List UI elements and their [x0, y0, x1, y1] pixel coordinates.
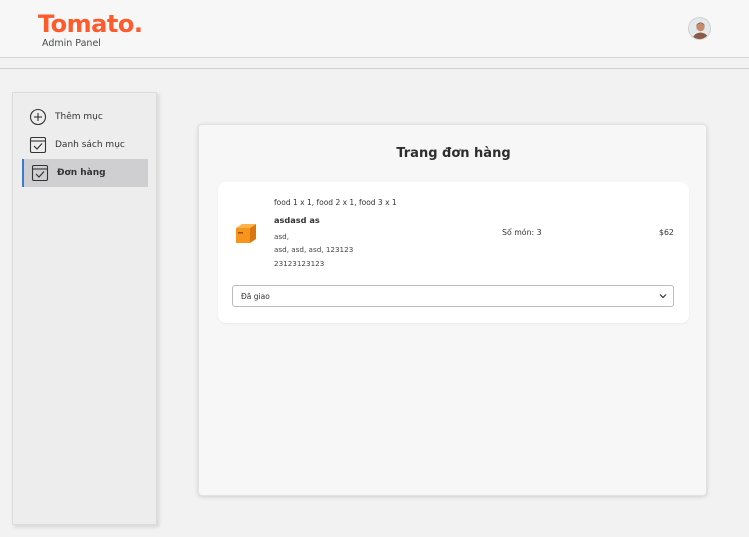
address-line-2: asd, asd, asd, 123123 — [274, 245, 354, 254]
page-title: Trang đơn hàng — [396, 146, 511, 161]
sidebar-item-label: Thêm mục — [55, 112, 103, 122]
item-count: Số món: 3 — [502, 228, 542, 237]
chevron-down-icon — [659, 294, 667, 299]
checkbox-list-icon — [31, 164, 49, 182]
sidebar-item-label: Danh sách mục — [55, 140, 125, 150]
user-avatar-icon[interactable] — [688, 17, 711, 40]
checkbox-list-icon — [29, 136, 47, 154]
order-item: food 1 x 1, food 2 x 1, food 3 x 1 asdas… — [218, 182, 689, 323]
orders-panel: Trang đơn hàng food 1 x 1, food 2 x 1, f… — [198, 124, 707, 496]
logo-subtitle: Admin Panel — [42, 38, 101, 49]
order-status-value: Đã giao — [241, 291, 270, 301]
address-line-1: asd, — [274, 232, 289, 241]
header-divider — [0, 68, 749, 69]
order-total: $62 — [659, 228, 674, 237]
order-status-select[interactable]: Đã giao — [232, 285, 674, 307]
logo[interactable]: Tomato. — [38, 10, 143, 38]
sidebar: Thêm mục Danh sách mục Đơn hàng — [12, 92, 157, 525]
customer-phone: 23123123123 — [274, 259, 325, 268]
sidebar-item-add[interactable]: Thêm mục — [22, 103, 148, 131]
top-navbar: Tomato. Admin Panel — [0, 0, 749, 58]
order-items: food 1 x 1, food 2 x 1, food 3 x 1 — [274, 198, 397, 207]
customer-name: asdasd as — [274, 215, 320, 225]
sidebar-item-label: Đơn hàng — [57, 168, 106, 178]
sidebar-item-list[interactable]: Danh sách mục — [22, 131, 148, 159]
sidebar-item-orders[interactable]: Đơn hàng — [22, 159, 148, 187]
parcel-icon — [236, 224, 256, 243]
plus-circle-icon — [29, 108, 47, 126]
